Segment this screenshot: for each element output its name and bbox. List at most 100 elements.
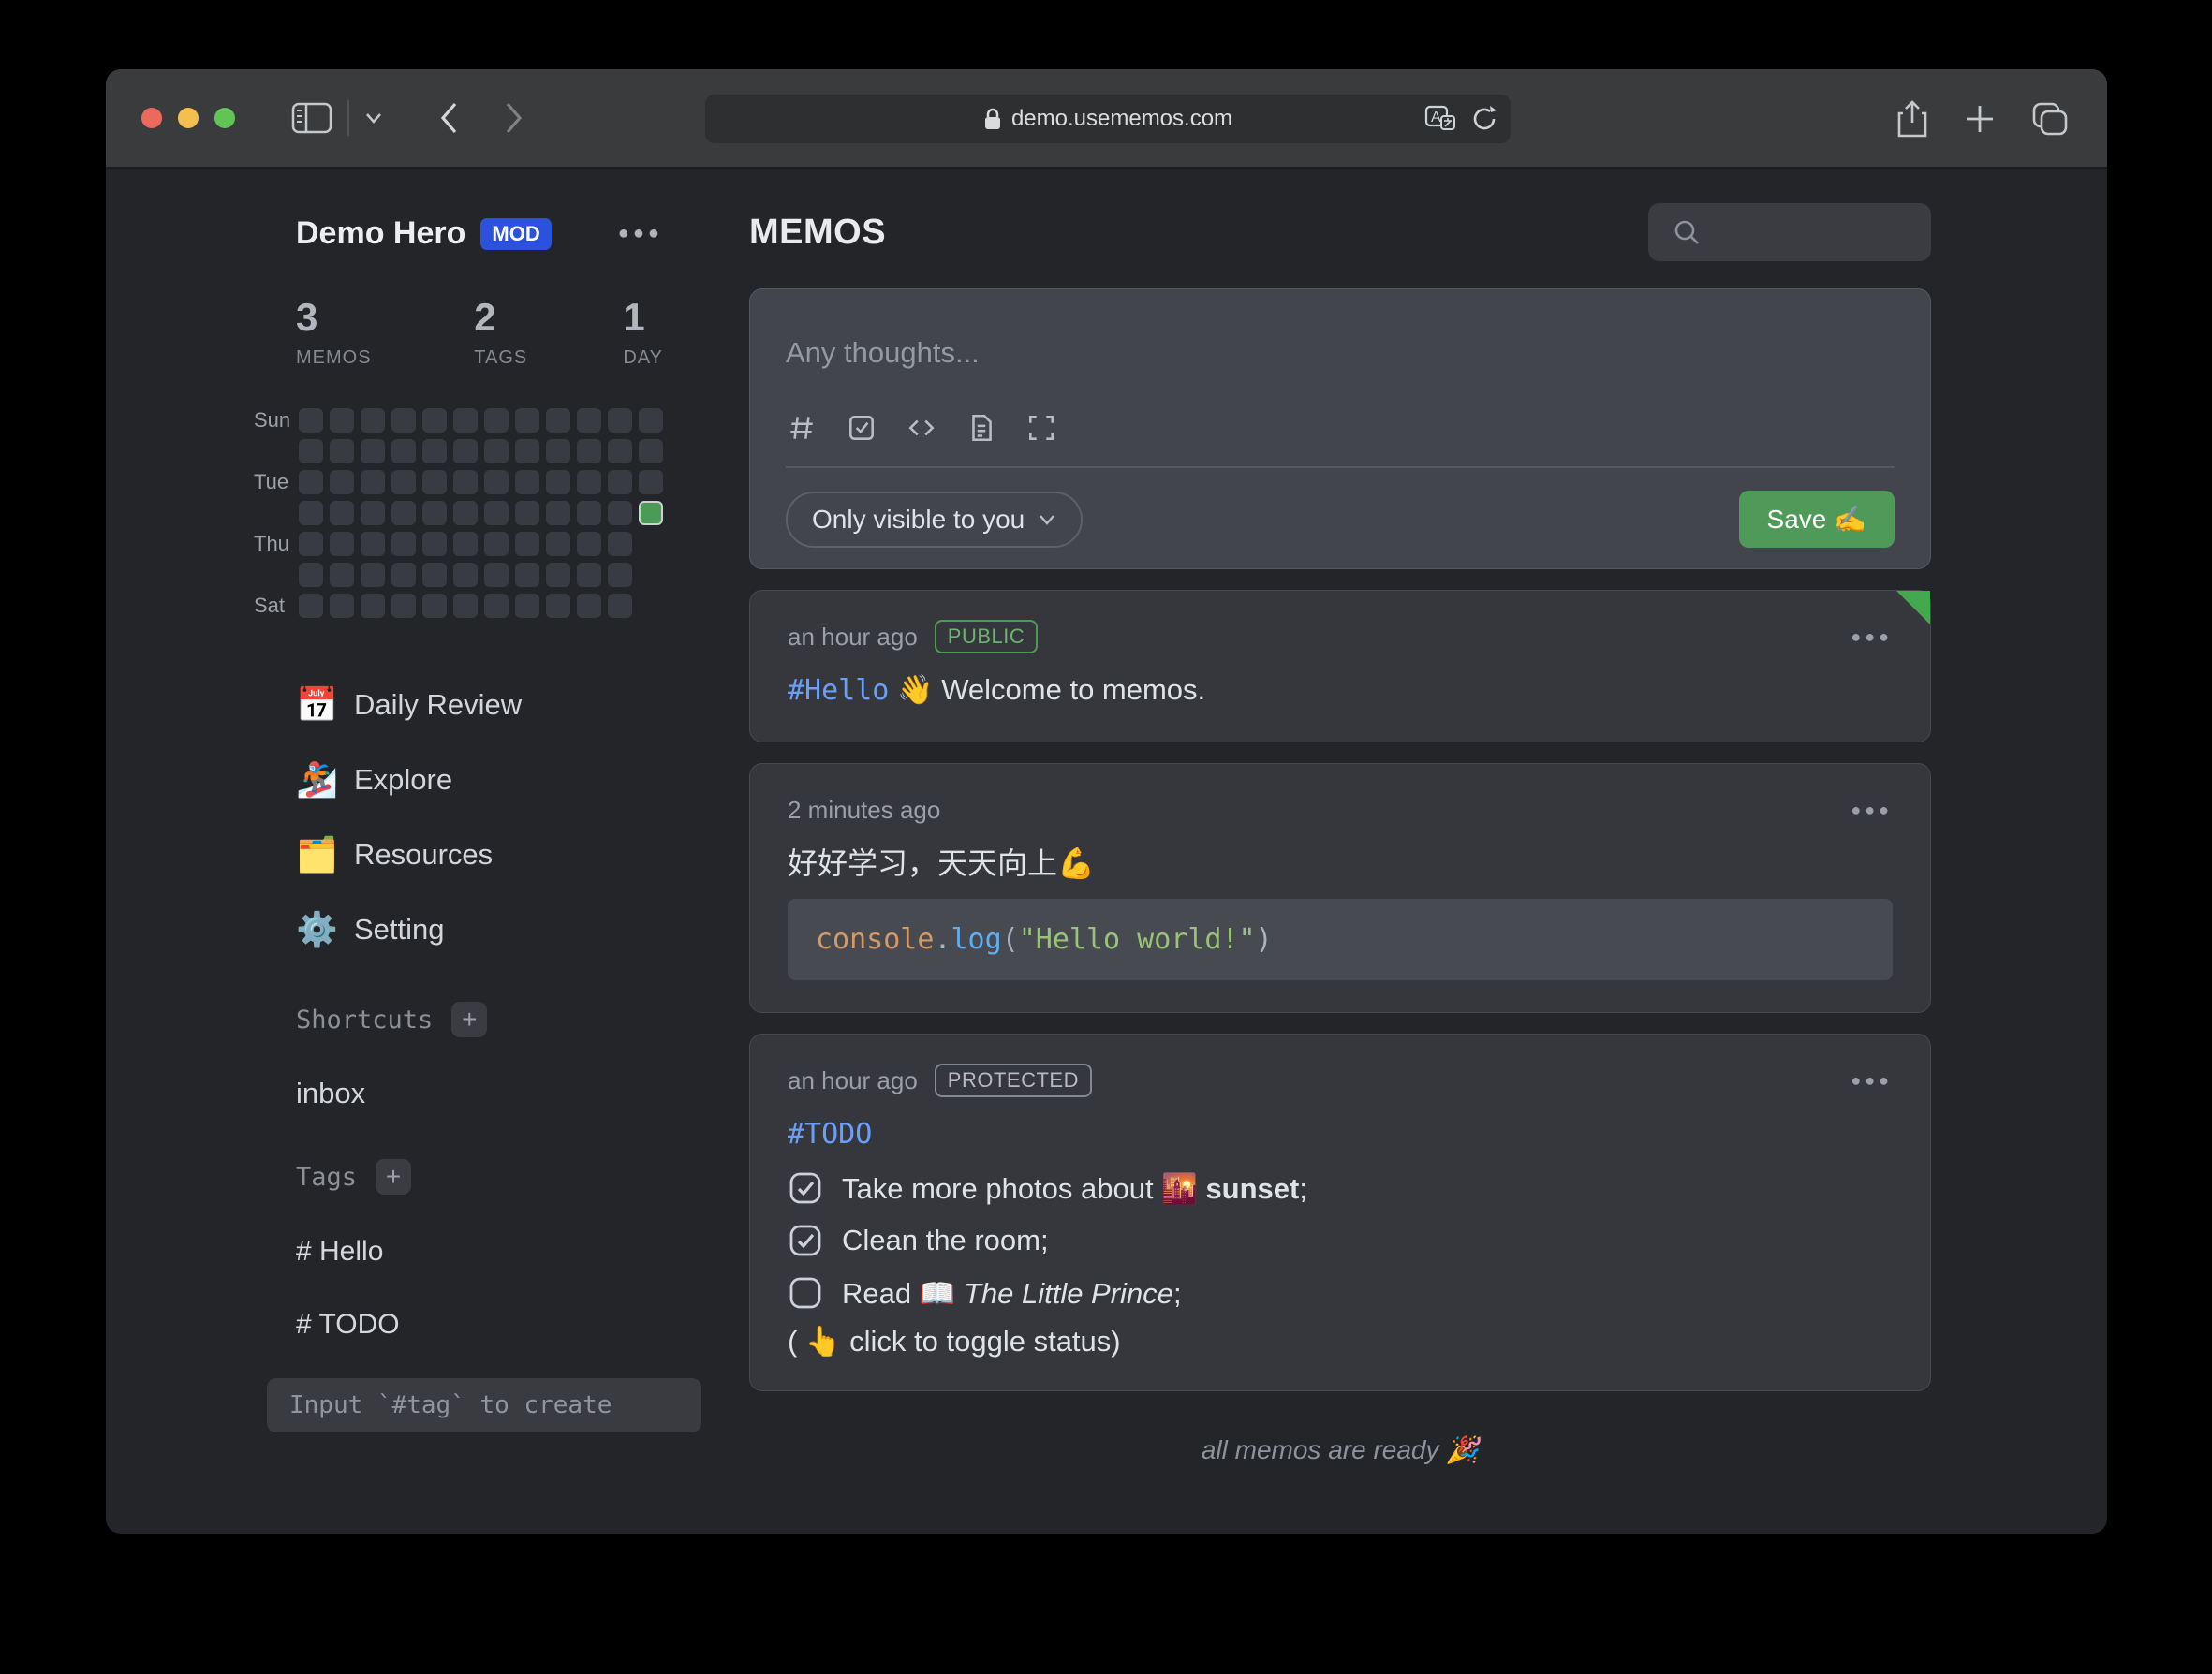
heatmap-cell[interactable]: [484, 563, 509, 587]
heatmap-cell[interactable]: [391, 470, 416, 494]
heatmap-cell[interactable]: [453, 594, 478, 618]
reload-icon[interactable]: [1471, 105, 1497, 133]
heatmap-cell[interactable]: [453, 408, 478, 433]
heatmap-cell[interactable]: [608, 439, 632, 463]
heatmap-cell[interactable]: [391, 532, 416, 556]
heatmap-cell[interactable]: [330, 532, 354, 556]
heatmap-cell[interactable]: [330, 563, 354, 587]
heatmap-cell[interactable]: [453, 563, 478, 587]
heatmap-cell[interactable]: [422, 563, 447, 587]
checkbox-checked-icon[interactable]: [788, 1170, 823, 1206]
zoom-window-button[interactable]: [214, 108, 235, 128]
heatmap-cell[interactable]: [391, 563, 416, 587]
sidebar-item-explore[interactable]: 🏂Explore: [296, 751, 749, 809]
heatmap-cell[interactable]: [484, 439, 509, 463]
heatmap-cell[interactable]: [391, 501, 416, 525]
heatmap-cell[interactable]: [299, 439, 323, 463]
heatmap-cell[interactable]: [546, 470, 570, 494]
heatmap-cell[interactable]: [546, 408, 570, 433]
heatmap-cell[interactable]: [608, 408, 632, 433]
heatmap-cell[interactable]: [361, 501, 385, 525]
heatmap-cell[interactable]: [546, 594, 570, 618]
heatmap-cell[interactable]: [391, 439, 416, 463]
heatmap-cell[interactable]: [453, 501, 478, 525]
memo-editor[interactable]: Any thoughts... Only visible to you Save…: [749, 288, 1931, 569]
heatmap-cell[interactable]: [608, 470, 632, 494]
heatmap-cell[interactable]: [361, 563, 385, 587]
heatmap-cell[interactable]: [639, 470, 663, 494]
back-button[interactable]: [437, 100, 460, 136]
heatmap-cell[interactable]: [330, 470, 354, 494]
hash-icon[interactable]: [786, 412, 818, 444]
checkbox-icon[interactable]: [846, 412, 877, 444]
heatmap-cell[interactable]: [608, 563, 632, 587]
sidebar-toggle-icon[interactable]: [291, 101, 332, 135]
memo-menu-button[interactable]: ●●●: [1851, 1071, 1893, 1091]
heatmap-cell[interactable]: [608, 594, 632, 618]
heatmap-cell[interactable]: [608, 532, 632, 556]
sidebar-item-resources[interactable]: 🗂️Resources: [296, 826, 749, 884]
heatmap-cell[interactable]: [361, 532, 385, 556]
heatmap-cell[interactable]: [299, 501, 323, 525]
heatmap-cell[interactable]: [361, 594, 385, 618]
heatmap-cell[interactable]: [639, 408, 663, 433]
heatmap-cell[interactable]: [546, 563, 570, 587]
heatmap-cell[interactable]: [577, 470, 601, 494]
heatmap-cell[interactable]: [515, 594, 539, 618]
heatmap-cell[interactable]: [299, 563, 323, 587]
share-icon[interactable]: [1897, 100, 1927, 138]
code-icon[interactable]: [906, 412, 937, 444]
heatmap-cell[interactable]: [484, 594, 509, 618]
heatmap-cell[interactable]: [422, 501, 447, 525]
forward-button[interactable]: [503, 100, 525, 136]
heatmap-cell[interactable]: [515, 501, 539, 525]
heatmap-cell[interactable]: [299, 408, 323, 433]
heatmap-cell[interactable]: [330, 439, 354, 463]
url-bar[interactable]: demo.usememos.com A: [705, 95, 1511, 143]
heatmap-cell[interactable]: [515, 439, 539, 463]
heatmap-cell[interactable]: [453, 532, 478, 556]
heatmap-cell[interactable]: [299, 470, 323, 494]
tag-item[interactable]: # TODO: [296, 1309, 749, 1341]
heatmap-cell[interactable]: [546, 532, 570, 556]
heatmap-cell[interactable]: [515, 532, 539, 556]
heatmap-cell-today[interactable]: [639, 501, 663, 525]
minimize-window-button[interactable]: [178, 108, 199, 128]
heatmap-cell[interactable]: [422, 408, 447, 433]
heatmap-cell[interactable]: [515, 470, 539, 494]
heatmap-cell[interactable]: [330, 594, 354, 618]
memo-menu-button[interactable]: ●●●: [1851, 800, 1893, 820]
checkbox-checked-icon[interactable]: [788, 1223, 823, 1258]
checkbox-unchecked-icon[interactable]: [788, 1275, 823, 1311]
user-menu-button[interactable]: ●●●: [618, 223, 663, 244]
tag-item[interactable]: # Hello: [296, 1236, 749, 1268]
heatmap-cell[interactable]: [422, 532, 447, 556]
heatmap-cell[interactable]: [422, 594, 447, 618]
memo-menu-button[interactable]: ●●●: [1851, 627, 1893, 647]
search-input[interactable]: [1648, 203, 1931, 261]
heatmap-cell[interactable]: [330, 501, 354, 525]
heatmap-cell[interactable]: [546, 501, 570, 525]
heatmap-cell[interactable]: [330, 408, 354, 433]
heatmap-cell[interactable]: [391, 408, 416, 433]
add-tag-button[interactable]: +: [376, 1159, 411, 1195]
heatmap-cell[interactable]: [577, 501, 601, 525]
heatmap-cell[interactable]: [361, 408, 385, 433]
heatmap-cell[interactable]: [577, 563, 601, 587]
heatmap-cell[interactable]: [361, 470, 385, 494]
heatmap-cell[interactable]: [577, 594, 601, 618]
user-name[interactable]: Demo Hero: [296, 215, 465, 252]
add-shortcut-button[interactable]: +: [451, 1002, 487, 1037]
heatmap-cell[interactable]: [422, 439, 447, 463]
heatmap-cell[interactable]: [577, 532, 601, 556]
heatmap-cell[interactable]: [577, 408, 601, 433]
close-window-button[interactable]: [141, 108, 162, 128]
heatmap-cell[interactable]: [299, 532, 323, 556]
new-tab-icon[interactable]: [1965, 104, 1995, 134]
memo-tag[interactable]: #Hello: [788, 674, 889, 707]
chevron-down-icon[interactable]: [364, 111, 383, 125]
shortcut-item[interactable]: inbox: [296, 1077, 749, 1110]
heatmap-cell[interactable]: [515, 563, 539, 587]
document-icon[interactable]: [966, 412, 997, 444]
save-button[interactable]: Save ✍️: [1739, 491, 1895, 548]
